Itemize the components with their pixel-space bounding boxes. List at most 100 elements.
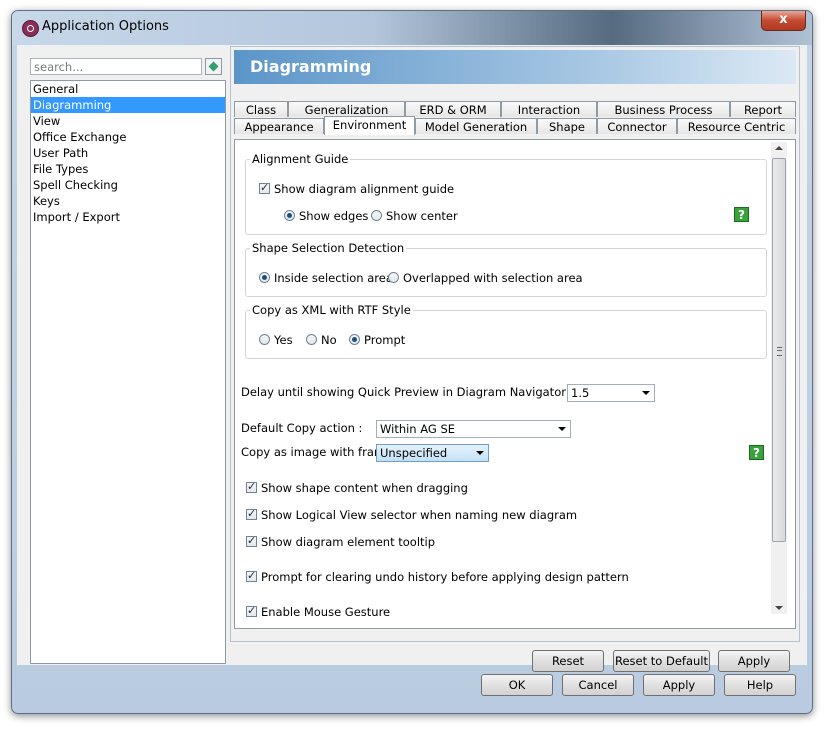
category-list[interactable]: General Diagramming View Office Exchange… <box>30 80 226 664</box>
help-icon[interactable]: ? <box>749 445 764 460</box>
nav-item-keys[interactable]: Keys <box>31 193 225 209</box>
copy-xml-prompt-radio[interactable]: Prompt <box>349 332 406 347</box>
show-alignment-guide-checkbox[interactable]: Show diagram alignment guide <box>259 181 455 196</box>
nav-item-office-exchange[interactable]: Office Exchange <box>31 129 225 145</box>
shape-selection-group: Shape Selection Detection Inside selecti… <box>245 241 767 297</box>
help-icon[interactable]: ? <box>734 207 749 222</box>
reset-button[interactable]: Reset <box>532 650 604 672</box>
tab-model-generation[interactable]: Model Generation <box>415 118 537 134</box>
scroll-down-arrow-icon[interactable] <box>775 606 783 610</box>
select-value: Within AG SE <box>380 422 456 436</box>
checkbox-label: Prompt for clearing undo history before … <box>261 569 629 584</box>
radio-label: Overlapped with selection area <box>403 270 583 285</box>
radio-dot[interactable] <box>371 210 382 221</box>
tab-generalization[interactable]: Generalization <box>288 101 405 117</box>
prompt-clear-undo-checkbox[interactable]: Prompt for clearing undo history before … <box>246 569 629 584</box>
overlapped-selection-radio[interactable]: Overlapped with selection area <box>388 270 583 285</box>
radio-label: No <box>321 332 337 347</box>
ok-button[interactable]: OK <box>481 674 553 696</box>
radio-dot[interactable] <box>284 210 295 221</box>
close-button[interactable]: x <box>761 11 806 31</box>
nav-item-view[interactable]: View <box>31 113 225 129</box>
show-logical-view-checkbox[interactable]: Show Logical View selector when naming n… <box>246 507 578 522</box>
radio-dot[interactable] <box>306 334 317 345</box>
cancel-button[interactable]: Cancel <box>562 674 634 696</box>
nav-item-spell-checking[interactable]: Spell Checking <box>31 177 225 193</box>
quick-preview-select[interactable]: 1.5 <box>567 384 655 402</box>
page-banner: Diagramming <box>234 50 796 84</box>
nav-item-user-path[interactable]: User Path <box>31 145 225 161</box>
scrollbar-thumb[interactable] <box>772 158 786 542</box>
help-button[interactable]: Help <box>724 674 796 696</box>
tab-business-process[interactable]: Business Process <box>597 101 730 117</box>
copy-xml-yes-radio[interactable]: Yes <box>259 332 293 347</box>
search-icon <box>208 61 219 72</box>
radio-label: Yes <box>274 332 293 347</box>
radio-dot[interactable] <box>388 272 399 283</box>
tab-erd-orm[interactable]: ERD & ORM <box>405 101 501 117</box>
copy-xml-legend: Copy as XML with RTF Style <box>250 303 413 317</box>
radio-dot[interactable] <box>349 334 360 345</box>
copy-action-label: Default Copy action : <box>241 421 363 435</box>
radio-dot[interactable] <box>259 334 270 345</box>
checkbox-box[interactable] <box>259 181 270 195</box>
mouse-gesture-checkbox[interactable]: Enable Mouse Gesture <box>246 604 391 619</box>
options-pane: Diagramming Class Generalization ERD & O… <box>230 46 800 642</box>
chevron-down-icon <box>476 451 484 455</box>
radio-label: Prompt <box>364 332 406 347</box>
nav-item-diagramming[interactable]: Diagramming <box>31 97 225 113</box>
show-edges-radio[interactable]: Show edges <box>284 208 369 223</box>
inside-selection-radio[interactable]: Inside selection area <box>259 270 393 285</box>
show-shape-content-checkbox[interactable]: Show shape content when dragging <box>246 480 468 495</box>
show-center-radio[interactable]: Show center <box>371 208 458 223</box>
nav-item-import-export[interactable]: Import / Export <box>31 209 225 225</box>
checkbox-box[interactable] <box>246 604 257 618</box>
tab-connector[interactable]: Connector <box>597 118 677 134</box>
tab-appearance[interactable]: Appearance <box>234 118 324 134</box>
show-tooltip-checkbox[interactable]: Show diagram element tooltip <box>246 534 436 549</box>
checkbox-box[interactable] <box>246 507 257 521</box>
reset-to-default-button[interactable]: Reset to Default <box>613 650 710 672</box>
copy-image-select[interactable]: Unspecified <box>376 444 489 462</box>
vertical-scrollbar[interactable] <box>771 142 787 614</box>
checkbox-box[interactable] <box>246 569 257 583</box>
radio-label: Show center <box>386 208 458 223</box>
scroll-up-arrow-icon[interactable] <box>775 146 783 150</box>
nav-item-general[interactable]: General <box>31 81 225 97</box>
chevron-down-icon <box>558 427 566 431</box>
checkbox-box[interactable] <box>246 480 257 494</box>
radio-label: Show edges <box>299 208 369 223</box>
copy-action-select[interactable]: Within AG SE <box>376 420 571 438</box>
search-button[interactable] <box>205 58 222 75</box>
environment-panel: Alignment Guide Show diagram alignment g… <box>234 139 796 629</box>
tab-environment[interactable]: Environment <box>324 116 415 135</box>
checkbox-label: Show shape content when dragging <box>261 480 468 495</box>
copy-xml-group: Copy as XML with RTF Style Yes No Prompt <box>245 303 767 359</box>
checkbox-label: Show diagram element tooltip <box>261 534 436 549</box>
tab-shape[interactable]: Shape <box>537 118 597 134</box>
grip-icon <box>777 347 782 356</box>
alignment-guide-legend: Alignment Guide <box>250 152 351 166</box>
tab-class[interactable]: Class <box>234 101 288 117</box>
alignment-guide-group: Alignment Guide Show diagram alignment g… <box>245 152 767 235</box>
radio-label: Inside selection area <box>274 270 393 285</box>
select-value: 1.5 <box>571 386 590 400</box>
application-options-window: Application Options x General Diagrammin… <box>11 10 813 714</box>
title-bar[interactable]: Application Options x <box>12 11 812 45</box>
copy-xml-no-radio[interactable]: No <box>306 332 337 347</box>
tab-interaction[interactable]: Interaction <box>501 101 597 117</box>
checkbox-box[interactable] <box>246 534 257 548</box>
checkbox-label: Enable Mouse Gesture <box>261 604 391 619</box>
chevron-down-icon <box>642 391 650 395</box>
search-input[interactable] <box>30 58 202 75</box>
apply-button[interactable]: Apply <box>643 674 715 696</box>
page-title: Diagramming <box>250 57 372 76</box>
checkbox-label: Show Logical View selector when naming n… <box>261 507 578 522</box>
panel-apply-button[interactable]: Apply <box>718 650 790 672</box>
radio-dot[interactable] <box>259 272 270 283</box>
checkbox-label: Show diagram alignment guide <box>274 181 455 196</box>
shape-selection-legend: Shape Selection Detection <box>250 241 407 255</box>
tab-report[interactable]: Report <box>730 101 796 117</box>
tab-resource-centric[interactable]: Resource Centric <box>677 118 796 134</box>
nav-item-file-types[interactable]: File Types <box>31 161 225 177</box>
